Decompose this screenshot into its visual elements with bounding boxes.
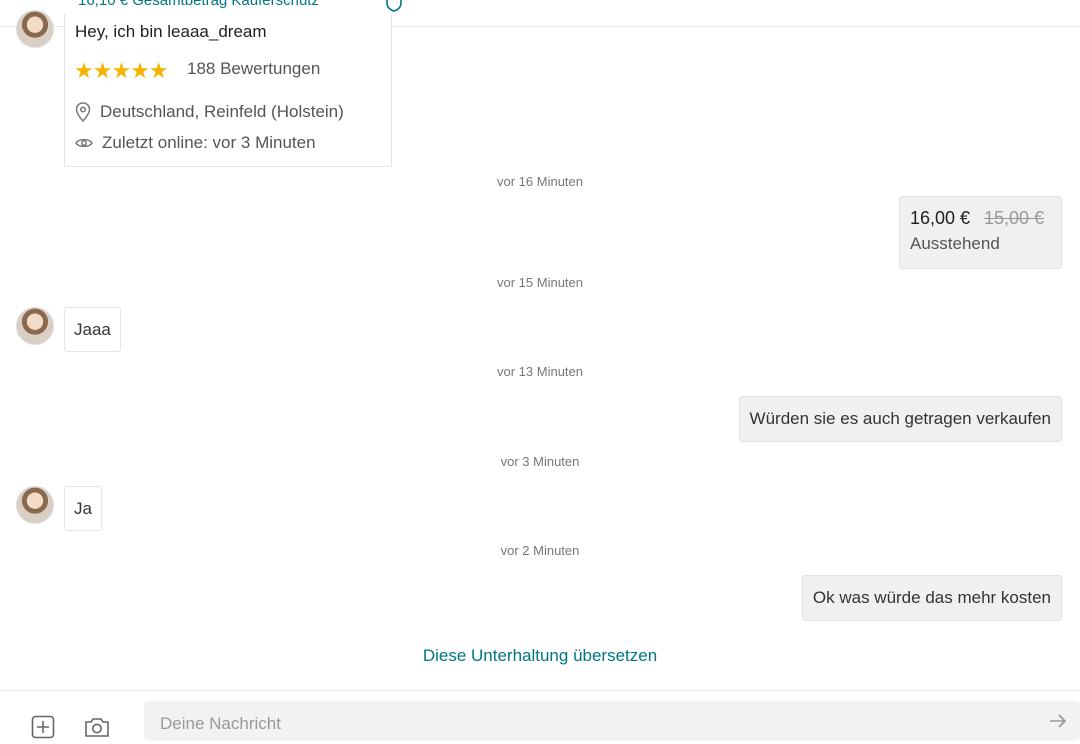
buyer-protection-banner: 16,10 € Gesamtbetrag Käuferschutz (78, 0, 319, 9)
offer-status: Ausstehend (910, 234, 1000, 253)
message-input[interactable] (158, 713, 1022, 735)
location-pin-icon (75, 102, 91, 122)
original-price: 15,00 € (984, 208, 1045, 228)
timestamp: vor 16 Minuten (497, 174, 583, 189)
timestamp: vor 3 Minuten (500, 454, 580, 469)
timestamp: vor 13 Minuten (497, 364, 583, 379)
send-arrow-icon[interactable] (1048, 713, 1068, 734)
timestamp: vor 2 Minuten (500, 543, 580, 558)
last-online-text: Zuletzt online: vor 3 Minuten (102, 133, 316, 152)
avatar[interactable] (16, 486, 54, 524)
offer-bubble[interactable]: 16,00 € 15,00 € Ausstehend (899, 196, 1062, 269)
message-bubble-outgoing: Würden sie es auch getragen verkaufen (738, 396, 1062, 442)
seller-profile-card: Hey, ich bin leaaa_dream ★★★★★ 188 Bewer… (64, 14, 392, 167)
message-bubble-incoming: Jaaa (64, 307, 121, 352)
eye-icon (75, 138, 93, 148)
reviews-link[interactable]: 188 Bewertungen (187, 59, 320, 79)
offer-price: 16,00 € (910, 208, 971, 228)
location-text: Deutschland, Reinfeld (Holstein) (100, 102, 344, 121)
message-input-wrapper (144, 701, 1080, 741)
translate-conversation-link[interactable]: Diese Unterhaltung übersetzen (0, 646, 1080, 666)
location-row: Deutschland, Reinfeld (Holstein) (75, 102, 344, 122)
message-composer (0, 690, 1080, 741)
message-bubble-outgoing: Ok was würde das mehr kosten (801, 575, 1062, 621)
message-bubble-incoming: Ja (64, 486, 102, 531)
rating-stars: ★★★★★ (74, 58, 169, 83)
avatar[interactable] (16, 307, 54, 345)
avatar[interactable] (16, 10, 54, 48)
profile-greeting: Hey, ich bin leaaa_dream (75, 22, 267, 41)
last-online-row: Zuletzt online: vor 3 Minuten (75, 133, 316, 153)
timestamp: vor 15 Minuten (497, 275, 583, 290)
